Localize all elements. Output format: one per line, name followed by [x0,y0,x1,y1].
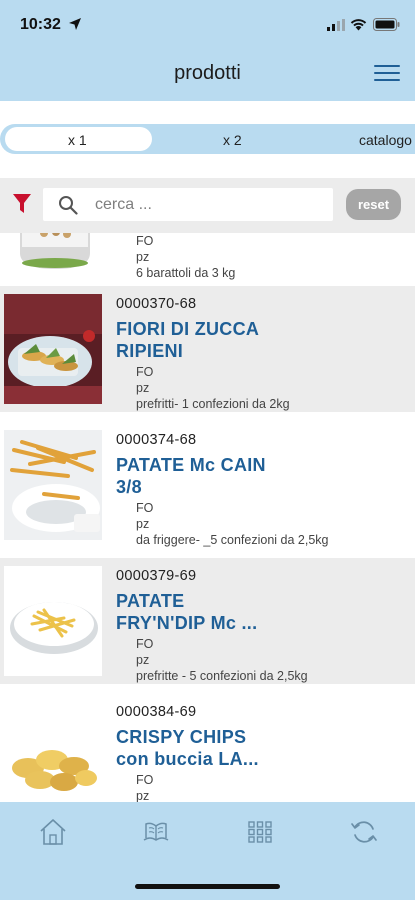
tab-catalogo[interactable]: catalogo [359,132,412,148]
app-header: 10:32 prodotti [0,0,415,101]
product-code: 0000370-68 [116,296,197,312]
list-item[interactable]: 0000384-69 CRISPY CHIPS con buccia LA...… [0,694,415,802]
list-item[interactable]: 0000374-68 PATATE Mc CAIN 3/8 FO pz da f… [0,422,415,548]
product-image-stuffed-flowers [4,294,102,404]
list-item[interactable]: FO pz 6 barattoli da 3 kg [0,233,415,286]
page-title: prodotti [174,62,241,84]
meta-line: FO [136,365,154,379]
catalog-book-icon[interactable] [141,818,171,846]
wifi-icon [350,19,367,31]
location-arrow-icon [69,18,81,30]
search-placeholder: cerca ... [95,196,152,213]
product-name-line: FRY'N'DIP Mc ... [116,613,258,633]
product-name: PATATE FRY'N'DIP Mc ... [116,590,316,634]
product-meta: FO pz prefritte - 5 confezioni da 2,5kg [136,636,308,684]
list-item[interactable]: 0000370-68 FIORI DI ZUCCA RIPIENI FO pz … [0,286,415,412]
tab-x1[interactable]: x 1 [68,132,87,148]
product-image-fries [4,430,102,540]
product-meta: FO pz [136,772,153,802]
meta-line: prefritti- 1 confezioni da 2kg [136,397,290,411]
search-icon [59,196,78,215]
product-code: 0000374-68 [116,432,197,448]
home-icon[interactable] [38,818,68,846]
product-code: 0000379-69 [116,568,197,584]
product-name-line: PATATE Mc CAIN [116,455,266,475]
meta-line: 6 barattoli da 3 kg [136,266,236,280]
segmented-tabs: x 1 x 2 catalogo [0,124,415,154]
meta-line: pz [136,381,150,395]
sync-icon[interactable] [349,818,379,846]
product-meta: FO pz prefritti- 1 confezioni da 2kg [136,364,290,412]
status-time: 10:32 [20,16,61,33]
signal-icon [327,19,345,31]
product-list: FO pz 6 barattoli da 3 kg 0000370-68 FIO… [0,233,415,802]
meta-line: pz [136,517,150,531]
product-image-chips [4,702,102,802]
meta-line: FO [136,773,154,787]
product-meta: FO pz da friggere- _5 confezioni da 2,5k… [136,500,329,548]
product-name-line: con buccia LA... [116,749,259,769]
hamburger-menu-icon[interactable] [374,65,400,85]
status-bar: 10:32 [0,0,415,50]
meta-line: pz [136,789,150,802]
product-name: PATATE Mc CAIN 3/8 [116,454,316,498]
search-input[interactable] [43,188,333,221]
product-image-fry-dip [4,566,102,676]
meta-line: FO [136,637,154,651]
meta-line: pz [136,250,150,264]
product-name-line: 3/8 [116,477,142,497]
battery-icon [373,18,400,31]
reset-button[interactable]: reset [346,189,401,220]
product-image-jar [4,233,102,275]
meta-line: prefritte - 5 confezioni da 2,5kg [136,669,308,683]
meta-line: pz [136,653,150,667]
product-meta: FO pz 6 barattoli da 3 kg [136,233,235,281]
product-name-line: FIORI DI ZUCCA [116,319,260,339]
grid-icon[interactable] [245,818,275,846]
product-name-line: CRISPY CHIPS [116,727,247,747]
filter-icon[interactable] [12,193,32,215]
tab-x2[interactable]: x 2 [223,132,242,148]
home-indicator [135,884,280,889]
meta-line: FO [136,501,154,515]
product-name: FIORI DI ZUCCA RIPIENI [116,318,316,362]
product-name-line: RIPIENI [116,341,184,361]
list-item[interactable]: 0000379-69 PATATE FRY'N'DIP Mc ... FO pz… [0,558,415,684]
meta-line: FO [136,234,154,248]
product-name-line: PATATE [116,591,185,611]
meta-line: da friggere- _5 confezioni da 2,5kg [136,533,329,547]
product-code: 0000384-69 [116,704,197,720]
product-name: CRISPY CHIPS con buccia LA... [116,726,316,770]
